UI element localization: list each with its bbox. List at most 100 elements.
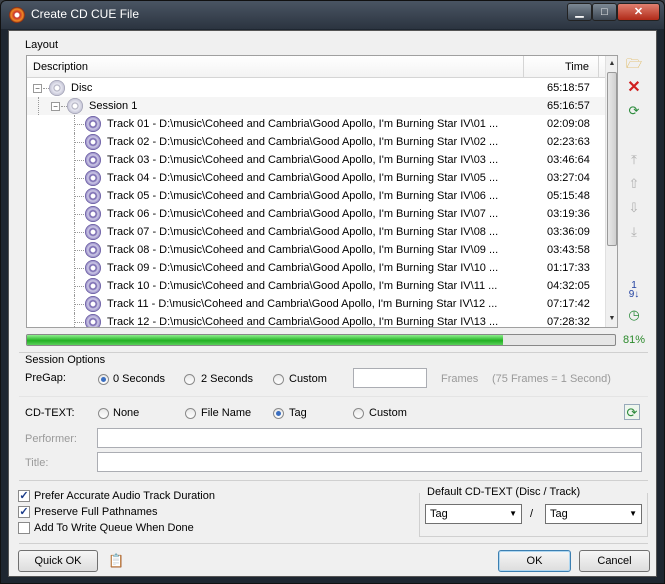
close-button[interactable]: ✕ xyxy=(617,3,660,21)
tree-row-track[interactable]: Track 06 - D:\music\Coheed and Cambria\G… xyxy=(27,205,605,223)
track-label: Track 03 - D:\music\Coheed and Cambria\G… xyxy=(107,154,499,166)
tree-row-track[interactable]: Track 02 - D:\music\Coheed and Cambria\G… xyxy=(27,133,605,151)
tree-row-track[interactable]: Track 08 - D:\music\Coheed and Cambria\G… xyxy=(27,241,605,259)
track-label: Track 01 - D:\music\Coheed and Cambria\G… xyxy=(107,118,499,130)
scroll-down-arrow-icon[interactable]: ▼ xyxy=(606,312,617,326)
pregap-custom-label[interactable]: Custom xyxy=(289,373,327,385)
collapse-icon[interactable]: − xyxy=(51,102,60,111)
performer-input[interactable] xyxy=(97,428,642,448)
tree-connector xyxy=(74,268,84,269)
tree-connector xyxy=(74,160,84,161)
audio-track-icon xyxy=(85,278,101,294)
session-time: 65:16:57 xyxy=(547,100,590,112)
default-cdtext-label: Default CD-TEXT (Disc / Track) xyxy=(425,486,583,498)
prefer-accurate-label[interactable]: Prefer Accurate Audio Track Duration xyxy=(34,490,215,502)
track-time: 01:17:33 xyxy=(547,262,590,274)
layout-tree-list[interactable]: Description Time − Disc 65:18:57 − Sessi… xyxy=(26,55,618,328)
tree-row-disc[interactable]: − Disc 65:18:57 xyxy=(27,79,605,97)
preserve-paths-checkbox[interactable]: ✓ xyxy=(18,506,30,518)
track-cdtext-value: Tag xyxy=(550,508,568,520)
clipboard-icon[interactable]: 📋 xyxy=(108,553,124,569)
cdtext-tag-label[interactable]: Tag xyxy=(289,407,307,419)
time-icon[interactable]: ◷ xyxy=(626,307,642,323)
track-time: 03:36:09 xyxy=(547,226,590,238)
audio-track-icon xyxy=(85,188,101,204)
pregap-custom-radio[interactable] xyxy=(273,374,284,385)
audio-track-icon xyxy=(85,206,101,222)
column-divider[interactable] xyxy=(598,56,599,78)
minimize-button[interactable]: ▁ xyxy=(567,3,592,21)
pregap-0-seconds-radio[interactable] xyxy=(98,374,109,385)
cdtext-none-label[interactable]: None xyxy=(113,407,139,419)
pregap-label: PreGap: xyxy=(25,372,66,384)
move-top-icon[interactable]: ⤒ xyxy=(626,152,642,168)
tree-row-track[interactable]: Track 05 - D:\music\Coheed and Cambria\G… xyxy=(27,187,605,205)
prefer-accurate-checkbox[interactable]: ✓ xyxy=(18,490,30,502)
ok-button[interactable]: OK xyxy=(498,550,571,572)
move-down-icon[interactable]: ⇩ xyxy=(626,200,642,216)
collapse-icon[interactable]: − xyxy=(33,84,42,93)
tree-row-track[interactable]: Track 04 - D:\music\Coheed and Cambria\G… xyxy=(27,169,605,187)
maximize-button[interactable]: □ xyxy=(592,3,617,21)
tree-row-track[interactable]: Track 09 - D:\music\Coheed and Cambria\G… xyxy=(27,259,605,277)
chevron-down-icon: ▼ xyxy=(629,509,637,518)
tree-rows: − Disc 65:18:57 − Session 1 65:16:57 Tra… xyxy=(27,79,605,327)
track-label: Track 08 - D:\music\Coheed and Cambria\G… xyxy=(107,244,499,256)
move-up-icon[interactable]: ⇧ xyxy=(626,176,642,192)
cdtext-custom-label[interactable]: Custom xyxy=(369,407,407,419)
title-input[interactable] xyxy=(97,452,642,472)
refresh-icon[interactable]: ⟳ xyxy=(626,103,642,119)
quick-ok-button[interactable]: Quick OK xyxy=(18,550,98,572)
tree-row-track[interactable]: Track 01 - D:\music\Coheed and Cambria\G… xyxy=(27,115,605,133)
tree-row-track[interactable]: Track 10 - D:\music\Coheed and Cambria\G… xyxy=(27,277,605,295)
preserve-paths-label[interactable]: Preserve Full Pathnames xyxy=(34,506,158,518)
progress-fill xyxy=(27,335,504,345)
audio-track-icon xyxy=(85,170,101,186)
track-time: 03:46:64 xyxy=(547,154,590,166)
pregap-2-seconds-label[interactable]: 2 Seconds xyxy=(201,373,253,385)
column-header-description[interactable]: Description xyxy=(33,61,88,73)
move-bottom-icon[interactable]: ⤓ xyxy=(626,224,642,240)
track-time: 02:23:63 xyxy=(547,136,590,148)
tree-row-track[interactable]: Track 03 - D:\music\Coheed and Cambria\G… xyxy=(27,151,605,169)
audio-track-icon xyxy=(85,314,101,327)
cdtext-tag-radio[interactable] xyxy=(273,408,284,419)
tree-connector xyxy=(74,142,84,143)
column-header-time[interactable]: Time xyxy=(565,61,589,73)
cdtext-file-name-radio[interactable] xyxy=(185,408,196,419)
group-divider xyxy=(19,396,648,397)
tree-row-track[interactable]: Track 11 - D:\music\Coheed and Cambria\G… xyxy=(27,295,605,313)
folder-open-icon[interactable]: 🗁 xyxy=(626,56,642,72)
pregap-0-seconds-label[interactable]: 0 Seconds xyxy=(113,373,165,385)
disc-cdtext-select[interactable]: Tag ▼ xyxy=(425,504,522,524)
app-cd-icon xyxy=(9,7,25,23)
group-divider xyxy=(19,543,648,544)
pregap-frames-input[interactable] xyxy=(353,368,427,388)
pregap-2-seconds-radio[interactable] xyxy=(184,374,195,385)
column-divider[interactable] xyxy=(523,56,524,78)
scrollbar-thumb[interactable] xyxy=(607,72,617,246)
sort-icon[interactable]: 1 9↓ xyxy=(626,281,642,300)
scroll-up-arrow-icon[interactable]: ▲ xyxy=(606,57,617,71)
slash-separator: / xyxy=(530,508,534,520)
track-time: 07:17:42 xyxy=(547,298,590,310)
list-vertical-scrollbar[interactable]: ▲ ▼ xyxy=(605,56,617,327)
delete-icon[interactable]: ✕ xyxy=(626,80,642,96)
add-to-queue-label[interactable]: Add To Write Queue When Done xyxy=(34,522,194,534)
cancel-button[interactable]: Cancel xyxy=(579,550,650,572)
refresh-icon[interactable]: ⟳ xyxy=(624,404,640,420)
cdtext-custom-radio[interactable] xyxy=(353,408,364,419)
tree-connector xyxy=(74,286,84,287)
add-to-queue-checkbox[interactable] xyxy=(18,522,30,534)
cdtext-file-name-label[interactable]: File Name xyxy=(201,407,251,419)
tree-row-session[interactable]: − Session 1 65:16:57 xyxy=(27,97,605,115)
tree-row-track[interactable]: Track 07 - D:\music\Coheed and Cambria\G… xyxy=(27,223,605,241)
title-bar[interactable]: Create CD CUE File ▁ □ ✕ xyxy=(1,1,664,29)
session-options-group-label: Session Options xyxy=(25,354,106,366)
track-label: Track 09 - D:\music\Coheed and Cambria\G… xyxy=(107,262,499,274)
audio-track-icon xyxy=(85,116,101,132)
session-label: Session 1 xyxy=(89,100,138,112)
cdtext-none-radio[interactable] xyxy=(98,408,109,419)
track-cdtext-select[interactable]: Tag ▼ xyxy=(545,504,642,524)
tree-row-track[interactable]: Track 12 - D:\music\Coheed and Cambria\G… xyxy=(27,313,605,327)
